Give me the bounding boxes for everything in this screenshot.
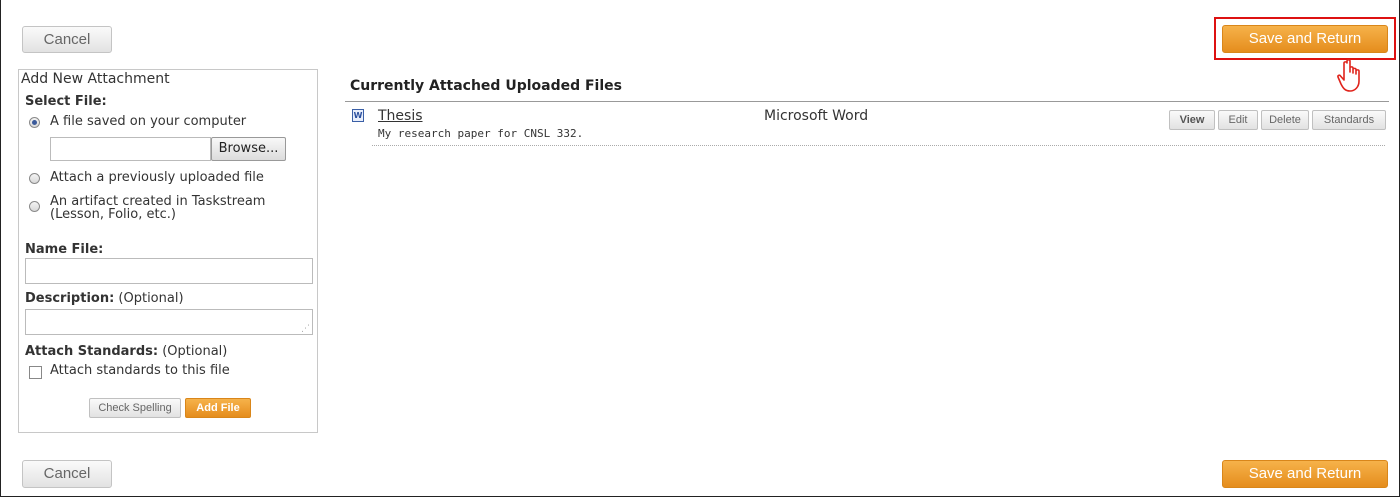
add-attachment-panel: Add New Attachment Select File: A file s… [18, 69, 318, 433]
standards-label: Attach Standards: (Optional) [25, 344, 228, 359]
attached-files-heading: Currently Attached Uploaded Files [350, 78, 622, 94]
radio-artifact-label: An artifact created in Taskstream (Lesso… [50, 194, 266, 222]
attach-standards-checkbox-label: Attach standards to this file [50, 363, 230, 378]
file-type: Microsoft Word [764, 108, 869, 124]
highlight-box [1214, 17, 1396, 60]
hand-cursor-icon [1337, 59, 1360, 92]
check-spelling-button[interactable]: Check Spelling [89, 398, 181, 418]
heading-divider [345, 101, 1389, 102]
attach-standards-checkbox[interactable] [29, 366, 42, 379]
standards-button[interactable]: Standards [1312, 110, 1386, 130]
bottom-save-and-return-button[interactable]: Save and Return [1222, 460, 1388, 488]
edit-button[interactable]: Edit [1218, 110, 1258, 130]
file-path-input[interactable] [50, 137, 211, 161]
description-label: Description: (Optional) [25, 291, 184, 306]
radio-artifact[interactable] [29, 201, 40, 212]
delete-button[interactable]: Delete [1261, 110, 1309, 130]
add-file-button[interactable]: Add File [185, 398, 251, 418]
radio-computer-file-label: A file saved on your computer [50, 114, 247, 129]
view-button[interactable]: View [1169, 110, 1215, 130]
radio-computer-file[interactable] [29, 117, 40, 128]
radio-previous-file[interactable] [29, 173, 40, 184]
word-doc-icon: W [352, 109, 364, 122]
name-file-input[interactable] [25, 258, 313, 284]
panel-title: Add New Attachment [21, 71, 170, 87]
row-divider [372, 145, 1385, 146]
name-file-label: Name File: [25, 242, 104, 257]
top-cancel-button[interactable]: Cancel [22, 26, 112, 53]
resize-grip-icon[interactable]: ⋰ [301, 324, 310, 334]
bottom-cancel-button[interactable]: Cancel [22, 460, 112, 488]
description-textarea[interactable]: ⋰ [25, 309, 313, 335]
radio-previous-file-label: Attach a previously uploaded file [50, 170, 264, 185]
file-description: My research paper for CNSL 332. [378, 127, 584, 140]
file-name-link[interactable]: Thesis [378, 108, 423, 124]
browse-button[interactable]: Browse... [211, 137, 286, 161]
select-file-label: Select File: [25, 94, 107, 109]
